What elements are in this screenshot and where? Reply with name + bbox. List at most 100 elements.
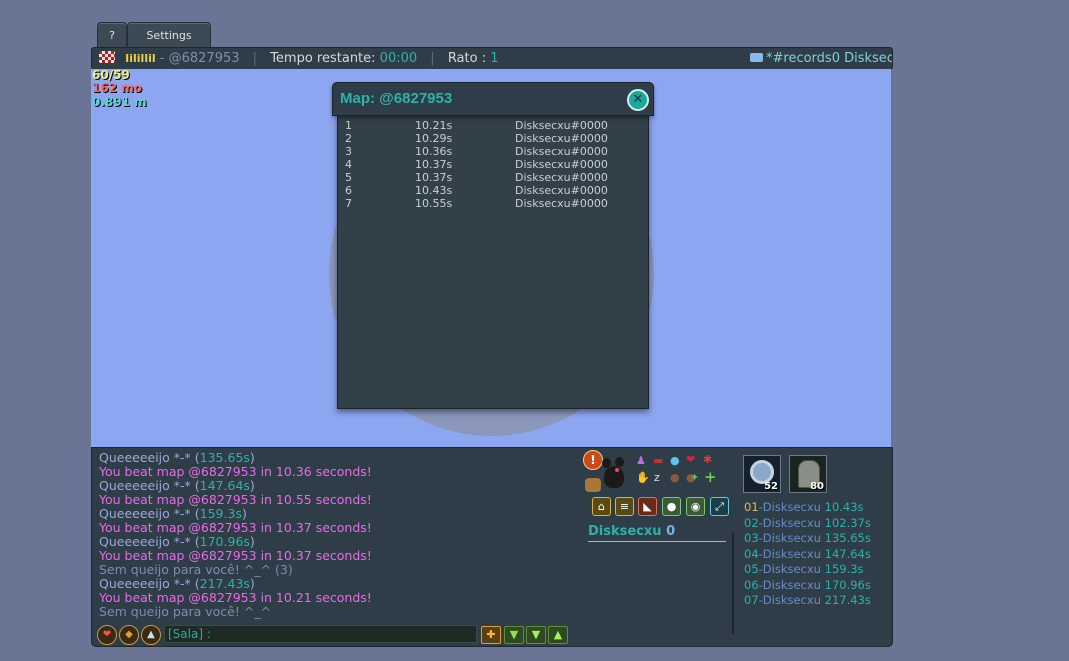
- record-rank: 7: [345, 197, 352, 210]
- record-row: 1 10.21s Disksecxu#0000: [345, 119, 645, 132]
- clap-icon[interactable]: ●: [670, 471, 680, 484]
- record-player: Disksecxu#0000: [515, 145, 608, 158]
- top-status-bar: Iilillil - @6827953 | Tempo restante: 00…: [91, 47, 893, 70]
- tombstone-item[interactable]: 80: [789, 455, 827, 493]
- separator: |: [252, 51, 258, 66]
- record-player: Disksecxu#0000: [515, 184, 608, 197]
- chat-cheese-message: Queeeeeijo *-* (147.64s): [99, 478, 255, 493]
- bottom-panel: Queeeeeijo *-* (135.65s) You beat map @68…: [91, 447, 893, 647]
- ranking-row[interactable]: 05-Disksecxu 159.3s: [744, 562, 864, 577]
- discord-icon[interactable]: ◉: [686, 497, 705, 516]
- record-rank: 5: [345, 171, 352, 184]
- time-label: Tempo restante:: [270, 51, 376, 66]
- heart-emote-button[interactable]: ❤: [97, 625, 117, 645]
- record-row: 6 10.43s Disksecxu#0000: [345, 184, 645, 197]
- confetti-icon[interactable]: ✦: [690, 471, 699, 484]
- record-row: 4 10.37s Disksecxu#0000: [345, 158, 645, 171]
- ranking-row[interactable]: 07-Disksecxu 217.43s: [744, 593, 871, 608]
- chat-cheese-message: Queeeeeijo *-* (135.65s): [99, 450, 255, 465]
- ranking-row[interactable]: 03-Disksecxu 135.65s: [744, 531, 871, 546]
- tab-settings[interactable]: Settings: [127, 22, 211, 48]
- arrow-down-green-button[interactable]: ▼: [526, 626, 546, 644]
- chat-beat-message: You beat map @6827953 in 10.37 seconds!: [99, 548, 372, 563]
- record-row: 7 10.55s Disksecxu#0000: [345, 197, 645, 210]
- ranking-row[interactable]: 06-Disksecxu 170.96s: [744, 578, 871, 593]
- home-icon[interactable]: ⌂: [592, 497, 611, 516]
- chat-icon[interactable]: ●: [662, 497, 681, 516]
- player-name[interactable]: Iilillil: [125, 52, 156, 65]
- player-score[interactable]: Disksecxu 0: [588, 524, 675, 539]
- wave-icon[interactable]: ✋: [636, 471, 650, 484]
- chat-beat-message: You beat map @6827953 in 10.21 seconds!: [99, 590, 372, 605]
- records-title-bar: Map: @6827953 ✕: [332, 82, 654, 116]
- record-player: Disksecxu#0000: [515, 132, 608, 145]
- chat-system-message: Sem queijo para você! ^_^ (3): [99, 562, 293, 577]
- record-rank: 6: [345, 184, 352, 197]
- rato-label: Rato :: [447, 51, 487, 66]
- record-player: Disksecxu#0000: [515, 171, 608, 184]
- add-icon[interactable]: +: [704, 468, 717, 486]
- records-title: Map: @6827953: [340, 90, 453, 107]
- chat-input[interactable]: [Sala] :: [164, 625, 477, 643]
- arrow-down-button[interactable]: ▼: [504, 626, 524, 644]
- hat-icon[interactable]: ▬: [653, 454, 663, 467]
- scrollbar[interactable]: [732, 532, 734, 634]
- sleep-icon[interactable]: z: [654, 471, 660, 484]
- cheese-emote-button[interactable]: ▲: [141, 625, 161, 645]
- heart-icon[interactable]: ❤: [686, 453, 695, 466]
- rato-value: 1: [490, 51, 499, 66]
- records-panel: 1 10.21s Disksecxu#0000 2 10.29s Disksecxu#00…: [337, 114, 649, 409]
- map-code[interactable]: - @6827953: [160, 51, 240, 66]
- dress-icon[interactable]: ♟: [636, 454, 646, 467]
- record-rank: 3: [345, 145, 352, 158]
- angry-icon[interactable]: ✱: [703, 453, 712, 466]
- chat-cheese-message: Queeeeeijo *-* (159.3s): [99, 506, 247, 521]
- record-time: 10.55s: [415, 197, 453, 210]
- mouse-avatar[interactable]: [600, 454, 626, 490]
- close-icon[interactable]: ✕: [627, 89, 649, 111]
- distance-mo: 162 mo: [92, 81, 142, 95]
- chat-bubble-icon: [750, 53, 763, 62]
- record-time: 10.43s: [415, 184, 453, 197]
- time-value: 00:00: [379, 51, 418, 66]
- record-time: 10.37s: [415, 158, 453, 171]
- chat-beat-message: You beat map @6827953 in 10.37 seconds!: [99, 520, 372, 535]
- chat-beat-message: You beat map @6827953 in 10.55 seconds!: [99, 492, 372, 507]
- checkered-flag-icon: [99, 51, 115, 63]
- shield-emote-button[interactable]: ◆: [119, 625, 139, 645]
- record-rank: 4: [345, 158, 352, 171]
- record-time: 10.37s: [415, 171, 453, 184]
- arrow-up-button[interactable]: ▲: [548, 626, 568, 644]
- record-row: 5 10.37s Disksecxu#0000: [345, 171, 645, 184]
- tab-help[interactable]: ?: [97, 22, 127, 48]
- record-row: 3 10.36s Disksecxu#0000: [345, 145, 645, 158]
- shop-icon[interactable]: ◣: [638, 497, 657, 516]
- record-player: Disksecxu#0000: [515, 119, 608, 132]
- chat-beat-message: You beat map @6827953 in 10.36 seconds!: [99, 464, 372, 479]
- magnifier-count: 52: [764, 481, 778, 492]
- list-icon[interactable]: ≡: [615, 497, 634, 516]
- magnifier-item[interactable]: 52: [743, 455, 781, 493]
- divider: [588, 541, 726, 542]
- record-time: 10.36s: [415, 145, 453, 158]
- record-player: Disksecxu#0000: [515, 158, 608, 171]
- record-rank: 2: [345, 132, 352, 145]
- fullscreen-icon[interactable]: ⤢: [710, 497, 729, 516]
- chat-cheese-message: Queeeeeijo *-* (217.43s): [99, 576, 255, 591]
- ranking-row[interactable]: 02-Disksecxu 102.37s: [744, 516, 871, 531]
- record-row: 2 10.29s Disksecxu#0000: [345, 132, 645, 145]
- ranking-row[interactable]: 01-Disksecxu 10.43s: [744, 500, 864, 515]
- cheese-bag-icon: [585, 478, 601, 492]
- record-player: Disksecxu#0000: [515, 197, 608, 210]
- plus-button[interactable]: ✚: [481, 626, 501, 644]
- tombstone-count: 80: [810, 481, 824, 492]
- ranking-row[interactable]: 04-Disksecxu 147.64s: [744, 547, 871, 562]
- separator: |: [430, 51, 435, 66]
- record-rank: 1: [345, 119, 352, 132]
- record-time: 10.21s: [415, 119, 453, 132]
- distance-m: 0.891 m: [92, 95, 147, 109]
- chat-cheese-message: Queeeeeijo *-* (170.96s): [99, 534, 255, 549]
- drop-icon[interactable]: ●: [670, 454, 680, 467]
- room-label: *#records0 Disksecxu: [750, 48, 892, 69]
- chat-system-message: Sem queijo para você! ^_^: [99, 604, 272, 619]
